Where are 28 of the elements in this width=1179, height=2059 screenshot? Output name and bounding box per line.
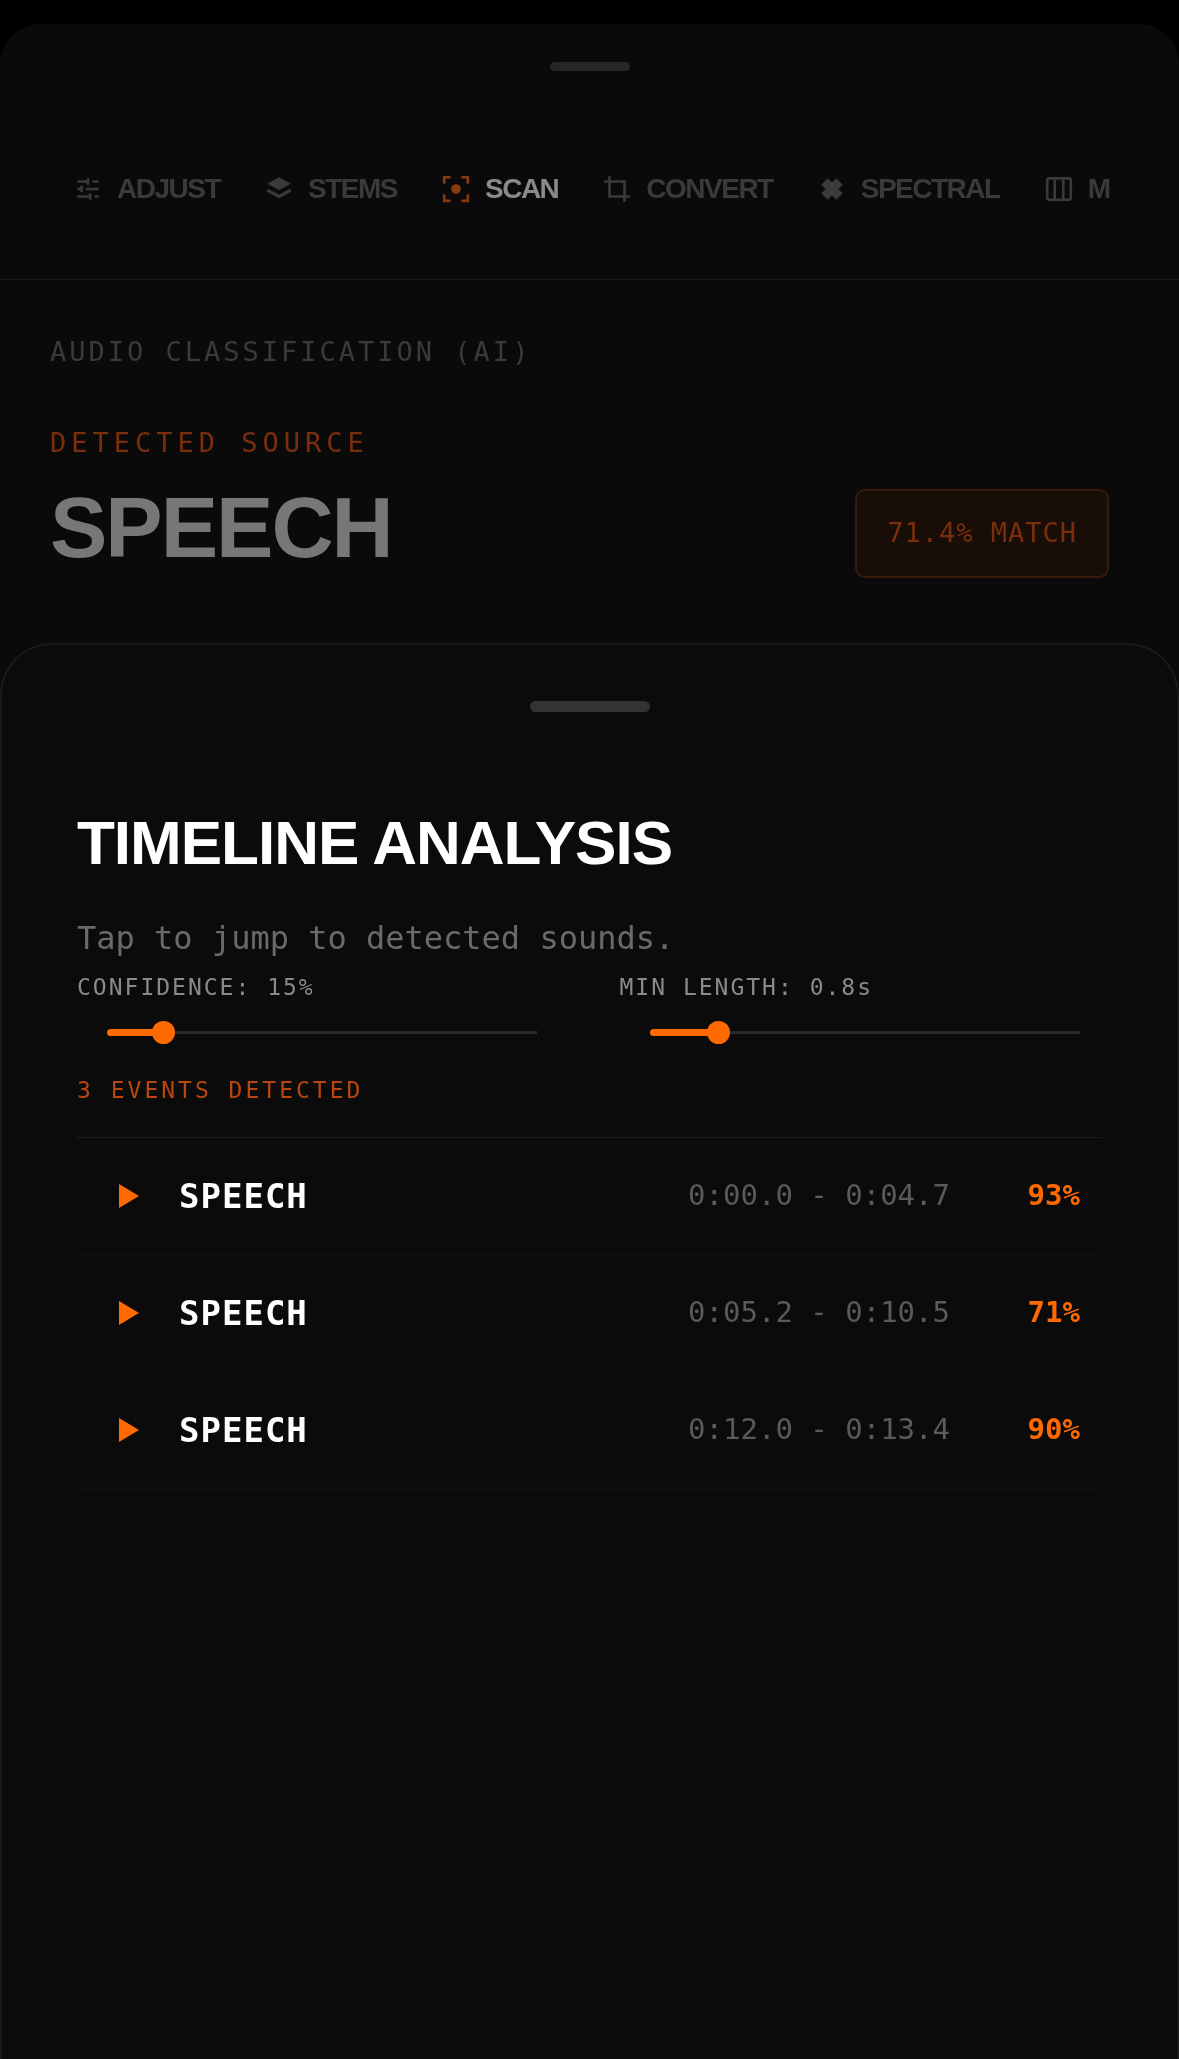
event-confidence: 71% <box>1026 1294 1080 1332</box>
play-icon[interactable] <box>117 1416 141 1444</box>
sheet-subtitle: Tap to jump to detected sounds. <box>77 918 676 959</box>
source-label: DETECTED SOURCE <box>50 425 370 460</box>
slider-label: CONFIDENCE: 15% <box>77 973 316 1002</box>
event-label[interactable]: SPEECH <box>179 1287 308 1339</box>
slider-label: MIN LENGTH: 0.8s <box>619 973 875 1002</box>
event-label[interactable]: SPEECH <box>179 1170 308 1222</box>
play-icon[interactable] <box>117 1182 141 1210</box>
event-time-range: 0:05.2 - 0:10.5 <box>688 1294 950 1332</box>
scan-icon <box>441 174 471 204</box>
drag-handle[interactable] <box>529 701 650 712</box>
match-badge: 71.4% MATCH <box>855 489 1109 578</box>
event-confidence: 93% <box>1026 1177 1080 1215</box>
event-confidence: 90% <box>1026 1411 1080 1449</box>
events-count: 3 EVENTS DETECTED <box>77 1075 365 1105</box>
event-time-range: 0:12.0 - 0:13.4 <box>688 1411 950 1449</box>
event-time-range: 0:00.0 - 0:04.7 <box>688 1177 950 1215</box>
tab[interactable]: SCAN <box>441 168 559 210</box>
crop-icon <box>602 174 633 204</box>
event-label[interactable]: SPEECH <box>179 1404 308 1456</box>
sheet-title: TIMELINE ANALYSIS <box>77 812 674 874</box>
detected-source: SPEECH <box>50 484 392 571</box>
drag-handle[interactable] <box>549 62 630 71</box>
piano-icon <box>1043 174 1074 204</box>
slider-thumb[interactable] <box>707 1020 731 1044</box>
slider-thumb[interactable] <box>151 1020 175 1044</box>
play-icon[interactable] <box>117 1299 141 1327</box>
